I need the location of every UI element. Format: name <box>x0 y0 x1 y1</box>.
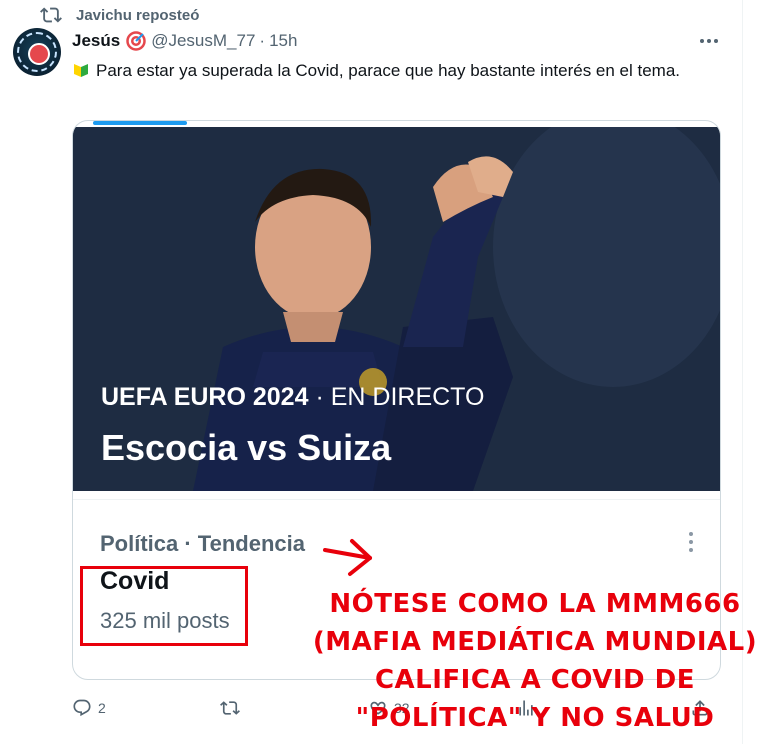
retweet-action[interactable] <box>220 698 246 718</box>
annotation-arrow-icon <box>323 539 372 576</box>
carousel-progress <box>93 121 187 125</box>
author-handle[interactable]: @JesusM_77 <box>151 31 255 51</box>
retweet-icon <box>220 701 240 715</box>
annotation-line: (MAFIA MEDIÁTICA MUNDIAL) <box>312 627 758 657</box>
annotation-text: NÓTESE COMO LA MMM666 (MAFIA MEDIÁTICA M… <box>300 585 770 737</box>
header-separator: · <box>259 31 266 50</box>
event-headline: Escocia vs Suiza <box>101 427 392 468</box>
more-options-icon[interactable] <box>697 32 721 50</box>
target-icon <box>126 31 146 51</box>
reply-count: 2 <box>98 700 106 716</box>
event-status: · EN DIRECTO <box>315 383 485 411</box>
reply-icon <box>73 699 91 717</box>
tweet-text: Para estar ya superada la Covid, parace … <box>72 58 712 84</box>
event-name: UEFA EURO 2024 <box>101 383 309 411</box>
tweet-header: Jesús @JesusM_77 · 15h <box>72 31 297 51</box>
repost-label: Javichu reposteó <box>76 6 200 24</box>
beginner-leaf-icon <box>74 64 88 77</box>
annotation-highlight-box <box>80 566 248 646</box>
tweet-body: Para estar ya superada la Covid, parace … <box>96 61 681 80</box>
tweet-time[interactable]: 15h <box>269 31 297 51</box>
trend-more-icon[interactable] <box>681 529 701 555</box>
annotation-line: "POLÍTICA" Y NO SALUD <box>355 703 715 733</box>
repost-indicator[interactable]: Javichu reposteó <box>40 4 199 26</box>
card-divider <box>73 499 720 500</box>
avatar[interactable] <box>13 28 61 76</box>
trend-meta: Política · Tendencia <box>100 531 305 556</box>
annotation-line: NÓTESE COMO LA MMM666 <box>329 589 741 619</box>
event-eyebrow: UEFA EURO 2024 · EN DIRECTO <box>101 383 484 412</box>
author-name[interactable]: Jesús <box>72 31 120 51</box>
avatar-emblem <box>28 43 50 65</box>
repost-icon <box>40 7 62 23</box>
reply-action[interactable]: 2 <box>72 698 106 718</box>
annotation-line: CALIFICA A COVID DE <box>374 665 696 695</box>
event-photo[interactable]: UEFA EURO 2024 · EN DIRECTO Escocia vs S… <box>73 127 720 491</box>
